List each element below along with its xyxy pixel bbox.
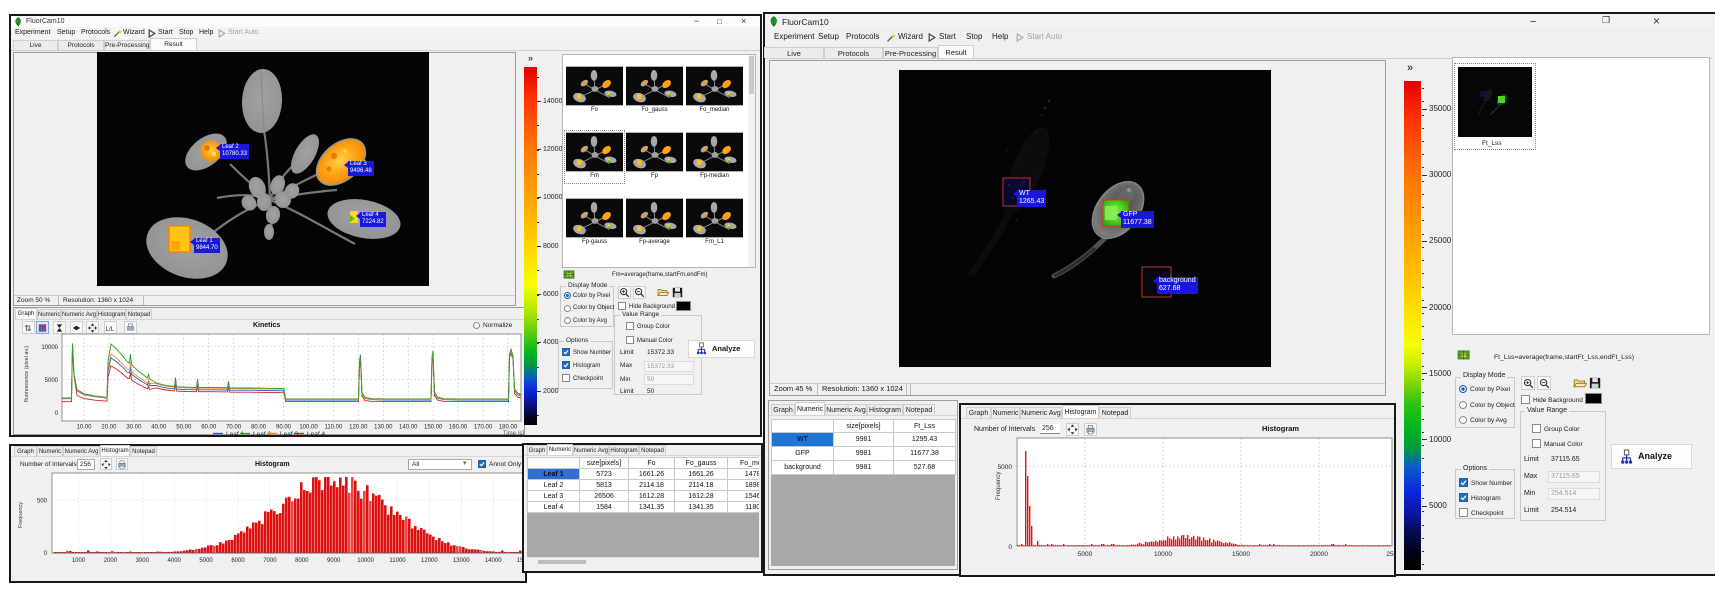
svg-text:20000: 20000 bbox=[1310, 551, 1328, 558]
svg-text:0: 0 bbox=[1008, 544, 1012, 551]
svg-text:15000: 15000 bbox=[1232, 551, 1250, 558]
svg-text:25: 25 bbox=[1386, 551, 1394, 558]
svg-text:5000: 5000 bbox=[1078, 551, 1093, 558]
svg-text:10000: 10000 bbox=[1154, 551, 1172, 558]
svg-text:Frequency: Frequency bbox=[996, 472, 1002, 500]
svg-text:5000: 5000 bbox=[998, 464, 1013, 471]
